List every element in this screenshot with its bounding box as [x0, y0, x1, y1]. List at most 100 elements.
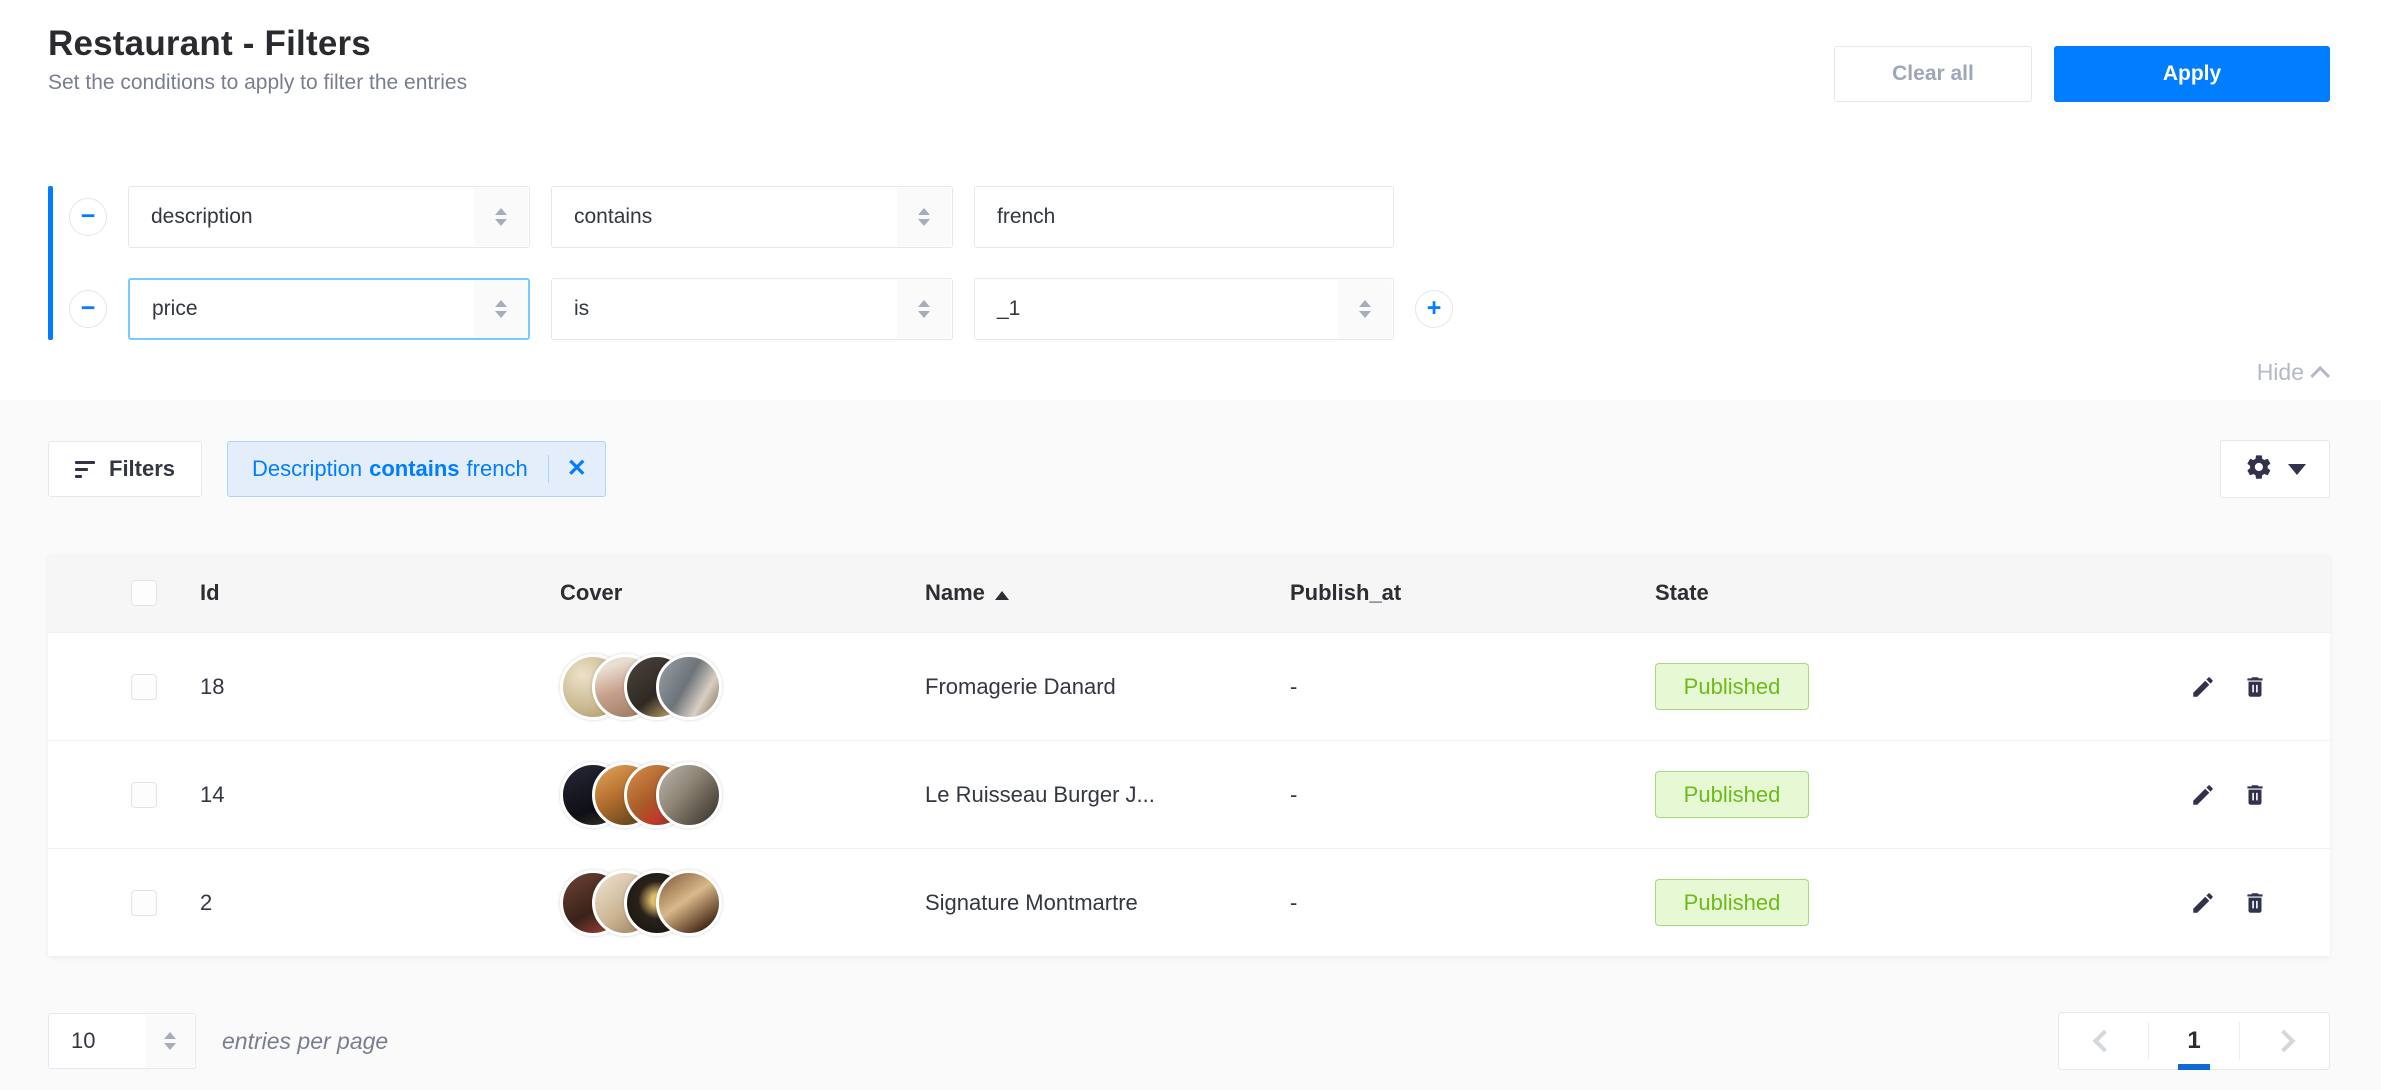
cell-cover	[560, 870, 925, 936]
pagination: 1	[2058, 1012, 2330, 1070]
table-row[interactable]: 18 Fromagerie Danard - Published	[48, 632, 2330, 740]
hide-filters-link[interactable]: Hide	[2257, 359, 2330, 386]
filter-rows: − description contains french	[69, 186, 1453, 340]
cell-publish-at: -	[1290, 890, 1655, 916]
row-checkbox[interactable]	[131, 890, 157, 916]
filter-builder: − description contains french	[48, 186, 2330, 340]
list-toolbar: Filters Description contains french ✕	[48, 400, 2330, 498]
select-arrows-icon	[474, 188, 528, 246]
sort-asc-icon	[995, 591, 1009, 600]
caret-down-icon	[2288, 464, 2306, 475]
remove-filter-button[interactable]: −	[69, 198, 107, 236]
next-page-button[interactable]	[2240, 1013, 2329, 1069]
page-subtitle: Set the conditions to apply to filter th…	[48, 71, 467, 95]
filters-button-label: Filters	[109, 456, 175, 482]
filter-value-text: french	[997, 205, 1055, 229]
stepper-arrows-icon[interactable]	[1338, 280, 1392, 338]
add-filter-button[interactable]: +	[1415, 290, 1453, 328]
state-badge: Published	[1655, 879, 1809, 926]
chevron-up-icon	[2310, 365, 2330, 385]
filter-value-text: _1	[997, 297, 1020, 321]
filter-row-description: − description contains french	[69, 186, 1453, 248]
gear-icon	[2245, 453, 2273, 486]
page-title: Restaurant - Filters	[48, 24, 467, 64]
cover-avatars	[560, 870, 925, 936]
remove-chip-icon[interactable]: ✕	[567, 457, 587, 481]
cover-avatars	[560, 762, 925, 828]
plus-icon: +	[1427, 296, 1442, 321]
operator-select-value: contains	[574, 205, 652, 229]
cell-publish-at: -	[1290, 782, 1655, 808]
cell-name: Signature Montmartre	[925, 890, 1290, 916]
apply-button[interactable]: Apply	[2054, 46, 2330, 102]
operator-select-value: is	[574, 297, 589, 321]
cell-id: 2	[200, 890, 560, 916]
page-size-select[interactable]: 10	[48, 1013, 196, 1069]
column-header-state[interactable]: State	[1655, 580, 2170, 606]
previous-page-button[interactable]	[2059, 1013, 2148, 1069]
cover-avatar	[656, 762, 722, 828]
page-number-button[interactable]: 1	[2149, 1013, 2238, 1069]
table-row[interactable]: 14 Le Ruisseau Burger J... - Published	[48, 740, 2330, 848]
edit-icon[interactable]	[2190, 674, 2216, 700]
column-header-cover[interactable]: Cover	[560, 580, 925, 606]
field-select[interactable]: description	[128, 186, 530, 248]
cell-cover	[560, 654, 925, 720]
operator-select[interactable]: contains	[551, 186, 953, 248]
cell-name: Fromagerie Danard	[925, 674, 1290, 700]
column-header-id[interactable]: Id	[200, 580, 560, 606]
row-checkbox[interactable]	[131, 782, 157, 808]
minus-icon: −	[81, 204, 96, 229]
cover-avatar	[656, 870, 722, 936]
row-checkbox[interactable]	[131, 674, 157, 700]
header-actions: Clear all Apply	[1834, 46, 2330, 102]
cover-avatar	[656, 654, 722, 720]
cover-avatars	[560, 654, 925, 720]
settings-dropdown-button[interactable]	[2220, 440, 2330, 498]
chevron-left-icon	[2092, 1030, 2115, 1053]
filters-panel: Restaurant - Filters Set the conditions …	[0, 0, 2381, 400]
filter-icon	[75, 461, 95, 478]
cell-name: Le Ruisseau Burger J...	[925, 782, 1290, 808]
filters-button[interactable]: Filters	[48, 441, 202, 497]
filter-row-price: − price is _1	[69, 278, 1453, 340]
state-badge: Published	[1655, 663, 1809, 710]
page-title-block: Restaurant - Filters Set the conditions …	[48, 24, 467, 95]
active-filter-chip: Description contains french ✕	[227, 441, 606, 497]
edit-icon[interactable]	[2190, 890, 2216, 916]
delete-icon[interactable]	[2242, 674, 2268, 700]
delete-icon[interactable]	[2242, 890, 2268, 916]
filter-value-input[interactable]: french	[974, 186, 1394, 248]
table-header-row: Id Cover Name Publish_at State	[48, 554, 2330, 632]
column-header-name[interactable]: Name	[925, 580, 1290, 606]
chevron-right-icon	[2273, 1030, 2296, 1053]
chip-value: french	[467, 456, 528, 482]
page-size-value: 10	[71, 1028, 95, 1054]
filter-accent-bar	[48, 186, 53, 340]
cell-cover	[560, 762, 925, 828]
delete-icon[interactable]	[2242, 782, 2268, 808]
column-header-publish-at[interactable]: Publish_at	[1290, 580, 1655, 606]
page-header: Restaurant - Filters Set the conditions …	[48, 0, 2330, 102]
remove-filter-button[interactable]: −	[69, 290, 107, 328]
state-badge: Published	[1655, 771, 1809, 818]
select-arrows-icon	[146, 1015, 194, 1067]
minus-icon: −	[81, 296, 96, 321]
operator-select[interactable]: is	[551, 278, 953, 340]
cell-publish-at: -	[1290, 674, 1655, 700]
field-select[interactable]: price	[128, 278, 530, 340]
filter-value-number-input[interactable]: _1	[974, 278, 1394, 340]
field-select-value: price	[152, 297, 198, 321]
select-arrows-icon	[897, 280, 951, 338]
chip-field: Description	[252, 456, 362, 482]
select-all-checkbox[interactable]	[131, 580, 157, 606]
chip-operator: contains	[369, 456, 459, 482]
cell-id: 18	[200, 674, 560, 700]
clear-all-button[interactable]: Clear all	[1834, 46, 2032, 102]
entries-table: Id Cover Name Publish_at State 18 Fromag…	[48, 554, 2330, 956]
chip-divider	[548, 455, 549, 483]
edit-icon[interactable]	[2190, 782, 2216, 808]
cell-id: 14	[200, 782, 560, 808]
list-view: Filters Description contains french ✕ Id…	[0, 400, 2381, 1090]
table-row[interactable]: 2 Signature Montmartre - Published	[48, 848, 2330, 956]
